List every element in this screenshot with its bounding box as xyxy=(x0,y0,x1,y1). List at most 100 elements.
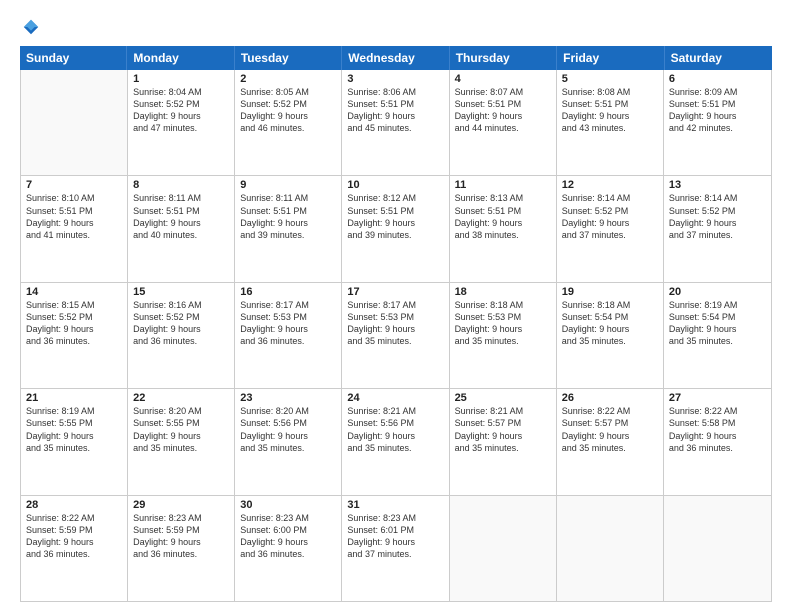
day-number: 6 xyxy=(669,73,766,85)
day-info: Sunrise: 8:14 AMSunset: 5:52 PMDaylight:… xyxy=(669,192,766,241)
day-number: 29 xyxy=(133,499,229,511)
calendar-cell: 12Sunrise: 8:14 AMSunset: 5:52 PMDayligh… xyxy=(557,176,664,281)
calendar-cell: 6Sunrise: 8:09 AMSunset: 5:51 PMDaylight… xyxy=(664,70,771,175)
calendar-cell: 13Sunrise: 8:14 AMSunset: 5:52 PMDayligh… xyxy=(664,176,771,281)
day-number: 14 xyxy=(26,286,122,298)
logo xyxy=(20,18,40,36)
day-info: Sunrise: 8:12 AMSunset: 5:51 PMDaylight:… xyxy=(347,192,443,241)
day-info: Sunrise: 8:22 AMSunset: 5:58 PMDaylight:… xyxy=(669,405,766,454)
calendar-cell: 24Sunrise: 8:21 AMSunset: 5:56 PMDayligh… xyxy=(342,389,449,494)
calendar-header: SundayMondayTuesdayWednesdayThursdayFrid… xyxy=(20,46,772,70)
day-number: 10 xyxy=(347,179,443,191)
day-info: Sunrise: 8:13 AMSunset: 5:51 PMDaylight:… xyxy=(455,192,551,241)
day-number: 20 xyxy=(669,286,766,298)
calendar-week: 14Sunrise: 8:15 AMSunset: 5:52 PMDayligh… xyxy=(21,283,771,389)
calendar-cell: 19Sunrise: 8:18 AMSunset: 5:54 PMDayligh… xyxy=(557,283,664,388)
day-info: Sunrise: 8:17 AMSunset: 5:53 PMDaylight:… xyxy=(347,299,443,348)
day-number: 23 xyxy=(240,392,336,404)
day-info: Sunrise: 8:08 AMSunset: 5:51 PMDaylight:… xyxy=(562,86,658,135)
day-info: Sunrise: 8:19 AMSunset: 5:55 PMDaylight:… xyxy=(26,405,122,454)
day-number: 24 xyxy=(347,392,443,404)
logo-icon xyxy=(22,18,40,36)
day-number: 17 xyxy=(347,286,443,298)
calendar-cell: 18Sunrise: 8:18 AMSunset: 5:53 PMDayligh… xyxy=(450,283,557,388)
day-number: 9 xyxy=(240,179,336,191)
day-number: 2 xyxy=(240,73,336,85)
day-info: Sunrise: 8:22 AMSunset: 5:59 PMDaylight:… xyxy=(26,512,122,561)
calendar-week: 7Sunrise: 8:10 AMSunset: 5:51 PMDaylight… xyxy=(21,176,771,282)
day-info: Sunrise: 8:19 AMSunset: 5:54 PMDaylight:… xyxy=(669,299,766,348)
day-number: 16 xyxy=(240,286,336,298)
day-number: 3 xyxy=(347,73,443,85)
day-info: Sunrise: 8:20 AMSunset: 5:55 PMDaylight:… xyxy=(133,405,229,454)
calendar-cell: 22Sunrise: 8:20 AMSunset: 5:55 PMDayligh… xyxy=(128,389,235,494)
calendar-cell: 16Sunrise: 8:17 AMSunset: 5:53 PMDayligh… xyxy=(235,283,342,388)
calendar-cell xyxy=(557,496,664,601)
weekday-header: Tuesday xyxy=(235,46,342,70)
day-info: Sunrise: 8:18 AMSunset: 5:54 PMDaylight:… xyxy=(562,299,658,348)
day-number: 26 xyxy=(562,392,658,404)
day-number: 25 xyxy=(455,392,551,404)
calendar-cell: 20Sunrise: 8:19 AMSunset: 5:54 PMDayligh… xyxy=(664,283,771,388)
calendar-cell xyxy=(450,496,557,601)
calendar-cell: 1Sunrise: 8:04 AMSunset: 5:52 PMDaylight… xyxy=(128,70,235,175)
calendar-cell: 28Sunrise: 8:22 AMSunset: 5:59 PMDayligh… xyxy=(21,496,128,601)
calendar-cell: 27Sunrise: 8:22 AMSunset: 5:58 PMDayligh… xyxy=(664,389,771,494)
calendar-week: 1Sunrise: 8:04 AMSunset: 5:52 PMDaylight… xyxy=(21,70,771,176)
day-info: Sunrise: 8:17 AMSunset: 5:53 PMDaylight:… xyxy=(240,299,336,348)
day-number: 28 xyxy=(26,499,122,511)
day-number: 19 xyxy=(562,286,658,298)
calendar-cell: 7Sunrise: 8:10 AMSunset: 5:51 PMDaylight… xyxy=(21,176,128,281)
calendar-cell: 4Sunrise: 8:07 AMSunset: 5:51 PMDaylight… xyxy=(450,70,557,175)
day-info: Sunrise: 8:07 AMSunset: 5:51 PMDaylight:… xyxy=(455,86,551,135)
day-info: Sunrise: 8:21 AMSunset: 5:56 PMDaylight:… xyxy=(347,405,443,454)
day-number: 11 xyxy=(455,179,551,191)
calendar-cell: 31Sunrise: 8:23 AMSunset: 6:01 PMDayligh… xyxy=(342,496,449,601)
day-number: 21 xyxy=(26,392,122,404)
day-info: Sunrise: 8:10 AMSunset: 5:51 PMDaylight:… xyxy=(26,192,122,241)
day-info: Sunrise: 8:23 AMSunset: 6:00 PMDaylight:… xyxy=(240,512,336,561)
day-number: 27 xyxy=(669,392,766,404)
calendar-cell xyxy=(664,496,771,601)
calendar-cell: 23Sunrise: 8:20 AMSunset: 5:56 PMDayligh… xyxy=(235,389,342,494)
calendar-cell: 14Sunrise: 8:15 AMSunset: 5:52 PMDayligh… xyxy=(21,283,128,388)
weekday-header: Thursday xyxy=(450,46,557,70)
day-number: 7 xyxy=(26,179,122,191)
calendar-cell: 17Sunrise: 8:17 AMSunset: 5:53 PMDayligh… xyxy=(342,283,449,388)
day-number: 18 xyxy=(455,286,551,298)
weekday-header: Friday xyxy=(557,46,664,70)
calendar-cell: 11Sunrise: 8:13 AMSunset: 5:51 PMDayligh… xyxy=(450,176,557,281)
day-info: Sunrise: 8:15 AMSunset: 5:52 PMDaylight:… xyxy=(26,299,122,348)
calendar-cell: 25Sunrise: 8:21 AMSunset: 5:57 PMDayligh… xyxy=(450,389,557,494)
day-number: 8 xyxy=(133,179,229,191)
day-info: Sunrise: 8:14 AMSunset: 5:52 PMDaylight:… xyxy=(562,192,658,241)
day-number: 30 xyxy=(240,499,336,511)
day-number: 5 xyxy=(562,73,658,85)
weekday-header: Saturday xyxy=(665,46,772,70)
weekday-header: Sunday xyxy=(20,46,127,70)
day-info: Sunrise: 8:20 AMSunset: 5:56 PMDaylight:… xyxy=(240,405,336,454)
day-number: 31 xyxy=(347,499,443,511)
day-info: Sunrise: 8:23 AMSunset: 6:01 PMDaylight:… xyxy=(347,512,443,561)
day-info: Sunrise: 8:21 AMSunset: 5:57 PMDaylight:… xyxy=(455,405,551,454)
calendar-cell: 15Sunrise: 8:16 AMSunset: 5:52 PMDayligh… xyxy=(128,283,235,388)
day-info: Sunrise: 8:23 AMSunset: 5:59 PMDaylight:… xyxy=(133,512,229,561)
calendar-cell: 26Sunrise: 8:22 AMSunset: 5:57 PMDayligh… xyxy=(557,389,664,494)
day-number: 4 xyxy=(455,73,551,85)
weekday-header: Monday xyxy=(127,46,234,70)
day-info: Sunrise: 8:05 AMSunset: 5:52 PMDaylight:… xyxy=(240,86,336,135)
day-info: Sunrise: 8:11 AMSunset: 5:51 PMDaylight:… xyxy=(133,192,229,241)
calendar-cell: 3Sunrise: 8:06 AMSunset: 5:51 PMDaylight… xyxy=(342,70,449,175)
day-info: Sunrise: 8:22 AMSunset: 5:57 PMDaylight:… xyxy=(562,405,658,454)
day-info: Sunrise: 8:16 AMSunset: 5:52 PMDaylight:… xyxy=(133,299,229,348)
day-info: Sunrise: 8:18 AMSunset: 5:53 PMDaylight:… xyxy=(455,299,551,348)
day-info: Sunrise: 8:04 AMSunset: 5:52 PMDaylight:… xyxy=(133,86,229,135)
page: SundayMondayTuesdayWednesdayThursdayFrid… xyxy=(0,0,792,612)
day-number: 13 xyxy=(669,179,766,191)
calendar-body: 1Sunrise: 8:04 AMSunset: 5:52 PMDaylight… xyxy=(20,70,772,602)
day-number: 1 xyxy=(133,73,229,85)
calendar-cell: 29Sunrise: 8:23 AMSunset: 5:59 PMDayligh… xyxy=(128,496,235,601)
day-number: 22 xyxy=(133,392,229,404)
calendar-week: 21Sunrise: 8:19 AMSunset: 5:55 PMDayligh… xyxy=(21,389,771,495)
calendar-cell: 21Sunrise: 8:19 AMSunset: 5:55 PMDayligh… xyxy=(21,389,128,494)
